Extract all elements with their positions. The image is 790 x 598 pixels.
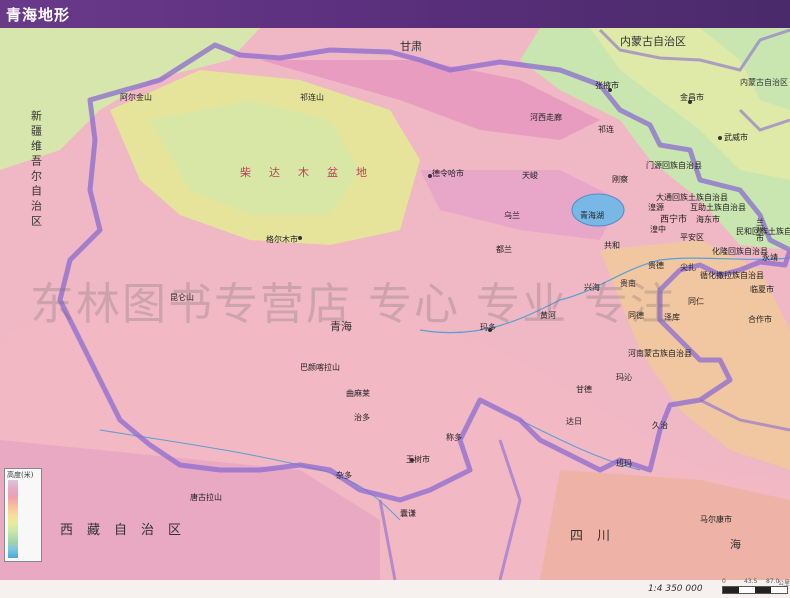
city-yongjing: 永靖 [762,252,778,262]
city-ledu: 化隆回族自治县 [712,246,768,256]
city-wuwei: 武威市 [724,132,748,142]
qinghai-lake [571,193,625,227]
city-pingan: 平安区 [680,232,704,242]
label-hai: 海 [730,537,741,551]
watermark-text: 东林图书专营店 专心 专业 专注 [30,279,676,330]
label-bayankala: 巴颜喀拉山 [300,362,340,372]
city-datong: 大通回族土族自治县 [656,192,728,202]
label-qaidam: 柴达木盆地 [240,165,385,179]
city-zaduo: 杂多 [336,470,352,480]
city-dot-wuwei [718,136,722,140]
city-linxia: 临夏市 [750,284,774,294]
legend-title: 高度(米) [7,471,34,479]
city-dari: 达日 [566,416,582,426]
scale-ratio: 1:4 350 000 [648,584,703,594]
scale-unit: 公里 [778,580,790,587]
label-tanggula: 唐古拉山 [190,492,222,502]
city-tongren: 同仁 [688,296,704,306]
label-aerjin: 阿尔金山 [120,92,152,102]
scale-tick-0: 0 [722,578,726,585]
city-gangcha: 刚察 [612,174,628,184]
city-wulan: 乌兰 [504,210,520,220]
label-gansu: 甘肃 [400,40,422,53]
city-zhiduo: 治多 [354,412,370,422]
city-dot-golmud [298,236,302,240]
label-xinjiang-vertical: 新疆维吾尔自治区 [30,109,43,230]
label-qinghaihu: 青海湖 [580,210,604,220]
city-jiuzhi: 久治 [652,420,668,430]
city-qumalai: 曲麻莱 [346,388,370,398]
city-menyuan: 门源回族自治县 [646,160,702,170]
city-golmud: 格尔木市 [266,234,298,244]
elevation-legend: 高度(米) [4,468,42,562]
city-gonghe: 共和 [604,241,620,250]
city-huangzhong: 湟中 [650,224,666,234]
scale-tick-1: 43.5 [744,578,758,585]
city-jiuquan: 祁连 [598,124,614,134]
scale-bar [722,586,788,594]
city-hezuo: 合作市 [748,314,772,324]
city-jianzha: 尖扎 [680,262,696,272]
city-dulan: 都兰 [496,244,512,254]
city-huangyuan: 湟源 [648,202,664,212]
city-lanzhou: 兰州市 [756,217,765,243]
city-maerkang: 马尔康市 [700,514,732,524]
city-yushu: 玉树市 [406,454,430,464]
city-xunhua: 循化撒拉族自治县 [700,270,764,280]
city-huzhu: 互助土族自治县 [690,202,746,212]
city-zhangye: 张掖市 [595,80,619,90]
label-hexi: 河西走廊 [530,112,562,122]
city-henan: 河南蒙古族自治县 [628,348,692,358]
label-neimenggu-side: 内蒙古自治区 [740,77,788,87]
city-tianjun: 天峻 [522,170,538,180]
label-xinjiang: 新疆维吾尔自治区 [30,109,43,230]
city-delingha: 德令哈市 [432,168,464,178]
label-xizang: 西藏自治区 [60,523,195,538]
city-chengduo: 称多 [446,432,462,442]
city-jinchang: 金昌市 [680,92,704,102]
label-sichuan: 四川 [570,529,624,544]
city-maqin: 玛沁 [616,372,632,382]
city-xining: 西宁市 [660,213,687,225]
city-gande: 甘德 [576,384,592,394]
city-banma: 班玛 [616,458,632,468]
label-neimenggu: 内蒙古自治区 [620,34,686,48]
legend-color-bands [8,480,18,558]
city-haidong: 海东市 [696,214,720,224]
label-qilian: 祁连山 [300,92,324,102]
city-nangqian: 囊谦 [400,508,416,518]
